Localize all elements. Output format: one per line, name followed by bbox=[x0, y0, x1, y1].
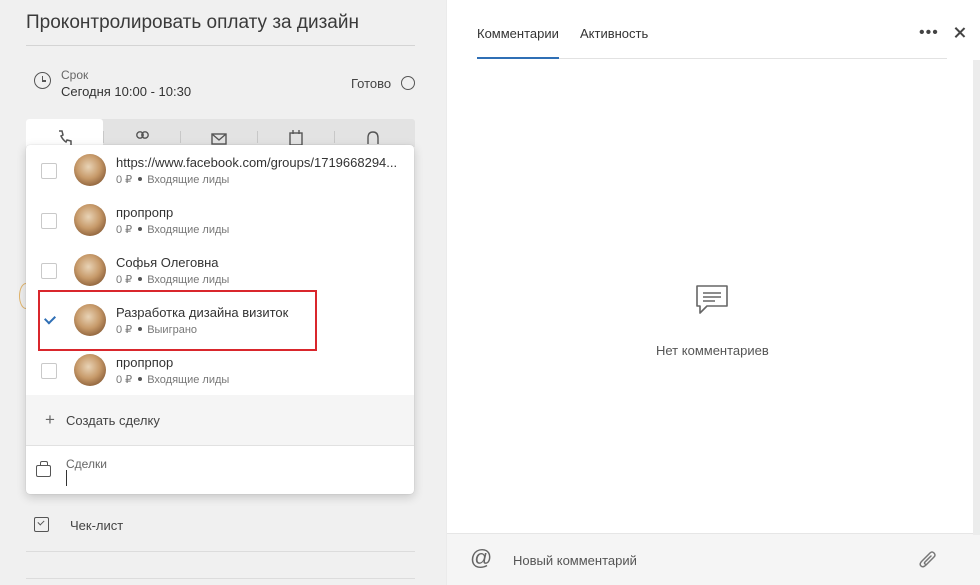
title-divider bbox=[26, 45, 415, 46]
dot-separator bbox=[138, 177, 143, 182]
scrollbar-track[interactable] bbox=[973, 60, 980, 535]
deal-item[interactable]: пропрпор 0 ₽ Входящие лиды bbox=[26, 345, 414, 395]
deal-amount: 0 ₽ bbox=[116, 224, 133, 236]
plus-icon: + bbox=[45, 410, 55, 429]
comments-panel: Комментарии Активность ••• Нет комментар… bbox=[447, 0, 980, 585]
checklist-label: Чек-лист bbox=[70, 518, 124, 533]
deal-name: пропропр bbox=[116, 205, 174, 220]
comments-tabs: Комментарии Активность ••• bbox=[477, 0, 947, 59]
deal-checkbox[interactable] bbox=[41, 163, 57, 179]
avatar bbox=[74, 354, 106, 386]
avatar bbox=[74, 204, 106, 236]
deals-field-label: Сделки bbox=[66, 457, 107, 471]
deal-amount: 0 ₽ bbox=[116, 374, 133, 386]
comment-input[interactable] bbox=[513, 551, 893, 569]
done-label: Готово bbox=[351, 76, 392, 91]
done-radio[interactable] bbox=[401, 76, 415, 90]
more-icon[interactable]: ••• bbox=[919, 25, 938, 41]
clock-icon bbox=[34, 72, 51, 89]
tab-calendar[interactable] bbox=[257, 119, 334, 147]
close-icon[interactable] bbox=[953, 24, 967, 40]
tab-mail[interactable] bbox=[180, 119, 257, 147]
deals-dropdown: https://www.facebook.com/groups/17196682… bbox=[26, 145, 414, 494]
deal-name: пропрпор bbox=[116, 355, 174, 370]
paperclip-icon[interactable] bbox=[918, 549, 938, 571]
deal-item[interactable]: пропропр 0 ₽ Входящие лиды bbox=[26, 195, 414, 245]
deal-stage: Входящие лиды bbox=[147, 224, 230, 236]
deal-meta: 0 ₽ Входящие лиды bbox=[116, 223, 229, 236]
deal-meta: 0 ₽ Входящие лиды bbox=[116, 373, 229, 386]
deal-item[interactable]: https://www.facebook.com/groups/17196682… bbox=[26, 145, 414, 195]
deadline-value[interactable]: Сегодня 10:00 - 10:30 bbox=[61, 84, 191, 99]
deal-name: https://www.facebook.com/groups/17196682… bbox=[116, 155, 398, 170]
deal-meta: 0 ₽ Входящие лиды bbox=[116, 173, 229, 186]
tab-separator bbox=[180, 131, 181, 143]
deals-search-input[interactable] bbox=[66, 470, 366, 486]
task-title[interactable]: Проконтролировать оплату за дизайн bbox=[26, 12, 359, 34]
tab-activity[interactable]: Активность bbox=[580, 26, 648, 41]
tab-meeting[interactable] bbox=[103, 119, 180, 147]
tab-separator bbox=[334, 131, 335, 143]
create-deal-button[interactable]: + Создать сделку bbox=[26, 395, 414, 445]
deal-stage: Входящие лиды bbox=[147, 174, 230, 186]
calendar-icon bbox=[289, 130, 303, 146]
deadline-label: Срок bbox=[61, 68, 89, 82]
no-comments-text: Нет комментариев bbox=[656, 343, 769, 358]
create-deal-label: Создать сделку bbox=[66, 413, 160, 428]
checklist-icon bbox=[34, 517, 49, 532]
tab-separator bbox=[257, 131, 258, 143]
mail-icon bbox=[211, 133, 227, 145]
avatar bbox=[74, 154, 106, 186]
deal-checkbox[interactable] bbox=[41, 263, 57, 279]
comment-icon bbox=[696, 285, 728, 314]
people-icon bbox=[136, 131, 149, 139]
deal-name: Софья Олеговна bbox=[116, 255, 219, 270]
mention-icon[interactable]: @ bbox=[470, 546, 492, 570]
deal-item[interactable]: Софья Олеговна 0 ₽ Входящие лиды bbox=[26, 245, 414, 295]
briefcase-icon bbox=[36, 461, 51, 477]
deal-stage: Входящие лиды bbox=[147, 274, 230, 286]
selection-highlight-box bbox=[38, 290, 317, 351]
divider bbox=[26, 578, 415, 579]
task-type-tabs bbox=[26, 119, 415, 147]
deal-checkbox[interactable] bbox=[41, 363, 57, 379]
deadline-row[interactable]: Срок Сегодня 10:00 - 10:30 Готово bbox=[34, 66, 416, 102]
phone-icon bbox=[59, 130, 72, 145]
dot-separator bbox=[138, 227, 143, 232]
deal-amount: 0 ₽ bbox=[116, 174, 133, 186]
deal-amount: 0 ₽ bbox=[116, 274, 133, 286]
deals-field: Сделки bbox=[26, 445, 414, 494]
tab-call[interactable] bbox=[26, 119, 103, 147]
bell-icon bbox=[367, 131, 379, 144]
tab-separator bbox=[103, 131, 104, 143]
divider bbox=[26, 551, 415, 552]
tab-comments[interactable]: Комментарии bbox=[477, 26, 559, 59]
deal-checkbox[interactable] bbox=[41, 213, 57, 229]
deal-stage: Входящие лиды bbox=[147, 374, 230, 386]
dot-separator bbox=[138, 277, 143, 282]
avatar bbox=[74, 254, 106, 286]
deal-meta: 0 ₽ Входящие лиды bbox=[116, 273, 229, 286]
comment-composer: @ bbox=[447, 533, 980, 585]
tab-reminder[interactable] bbox=[334, 119, 415, 147]
dot-separator bbox=[138, 377, 143, 382]
